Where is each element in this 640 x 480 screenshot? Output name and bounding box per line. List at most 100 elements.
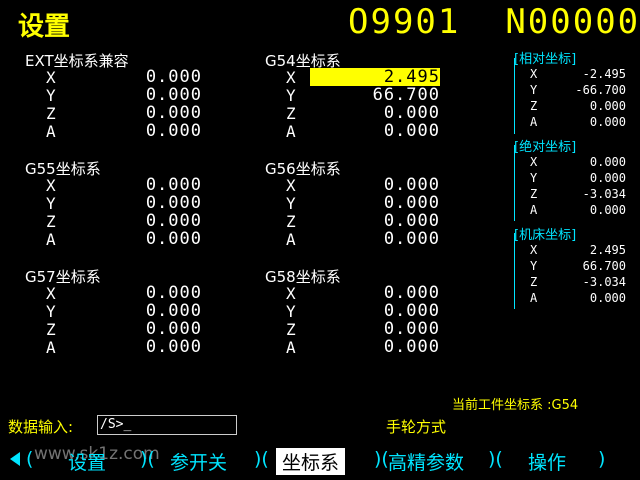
- axis-label: Y: [46, 194, 56, 213]
- axis-label: A: [286, 338, 296, 357]
- relative-z-value: 0.000: [589, 99, 626, 113]
- softkey-coordinate-system[interactable]: 坐标系: [276, 448, 346, 475]
- g57-x-value[interactable]: 0.000: [112, 283, 202, 303]
- axis-label: Z: [46, 104, 56, 123]
- g54-z-value[interactable]: 0.000: [350, 103, 440, 123]
- g55-x-value[interactable]: 0.000: [112, 175, 202, 195]
- relative-a-value: 0.000: [589, 115, 626, 129]
- machine-coord-title: [机床坐标]: [514, 228, 577, 243]
- softkey-bar: ( 设置 )( 参开关 )( 坐标系 )( 高精参数 )( 操作 ): [0, 446, 640, 476]
- g57-y-value[interactable]: 0.000: [112, 301, 202, 321]
- axis-label: Y: [46, 86, 56, 105]
- axis-label: X: [530, 243, 538, 257]
- softkey-bracket: (: [26, 448, 34, 470]
- sequence-number: N00000: [505, 2, 640, 42]
- axis-label: Z: [46, 212, 56, 231]
- axis-label: A: [286, 230, 296, 249]
- axis-label: A: [530, 203, 538, 217]
- panel-bracket: [514, 58, 515, 134]
- axis-label: Y: [530, 259, 538, 273]
- group-title-g56: G56坐标系: [265, 160, 341, 178]
- program-number: O9901 N00000: [348, 2, 640, 42]
- axis-label: Y: [286, 302, 296, 321]
- axis-label: Z: [530, 99, 538, 113]
- axis-label: X: [46, 176, 56, 195]
- softkey-operation[interactable]: 操作: [528, 448, 566, 475]
- g57-a-value[interactable]: 0.000: [112, 337, 202, 357]
- softkey-setting[interactable]: 设置: [68, 448, 106, 475]
- group-title-g57: G57坐标系: [25, 268, 101, 286]
- axis-label: X: [46, 68, 56, 87]
- absolute-a-value: 0.000: [589, 203, 626, 217]
- axis-label: Y: [530, 171, 538, 185]
- axis-label: X: [286, 284, 296, 303]
- g56-z-value[interactable]: 0.000: [350, 211, 440, 231]
- softkey-bracket: )(: [254, 448, 269, 470]
- g55-y-value[interactable]: 0.000: [112, 193, 202, 213]
- data-input-field[interactable]: /S>_: [97, 415, 237, 435]
- g57-z-value[interactable]: 0.000: [112, 319, 202, 339]
- axis-label: X: [530, 155, 538, 169]
- machine-y-value: 66.700: [582, 259, 626, 273]
- g54-y-value[interactable]: 66.700: [350, 85, 440, 105]
- axis-label: Z: [46, 320, 56, 339]
- axis-label: Z: [286, 320, 296, 339]
- absolute-z-value: -3.034: [582, 187, 626, 201]
- axis-label: A: [530, 291, 538, 305]
- axis-label: A: [530, 115, 538, 129]
- softkey-bracket: )(: [374, 448, 389, 470]
- absolute-y-value: 0.000: [589, 171, 626, 185]
- relative-coord-title: [相对坐标]: [514, 52, 577, 67]
- program-id: O9901: [348, 2, 461, 42]
- panel-bracket: [514, 145, 515, 221]
- machine-z-value: -3.034: [582, 275, 626, 289]
- machine-a-value: 0.000: [589, 291, 626, 305]
- ext-a-value[interactable]: 0.000: [112, 121, 202, 141]
- axis-label: A: [46, 338, 56, 357]
- axis-label: A: [46, 122, 56, 141]
- axis-label: X: [286, 68, 296, 87]
- absolute-x-value: 0.000: [589, 155, 626, 169]
- axis-label: A: [46, 230, 56, 249]
- softkey-high-precision-params[interactable]: 高精参数: [388, 448, 464, 475]
- softkey-param-switch[interactable]: 参开关: [170, 448, 227, 475]
- g54-x-value-selected[interactable]: 2.495: [310, 68, 440, 86]
- axis-label: A: [286, 122, 296, 141]
- relative-x-value: -2.495: [582, 67, 626, 81]
- axis-label: X: [530, 67, 538, 81]
- current-wcs-status: 当前工件坐标系 :G54: [452, 398, 579, 413]
- g58-y-value[interactable]: 0.000: [350, 301, 440, 321]
- g56-y-value[interactable]: 0.000: [350, 193, 440, 213]
- softkey-bracket: ): [598, 448, 606, 470]
- axis-label: Z: [530, 187, 538, 201]
- softkey-bracket: )(: [140, 448, 155, 470]
- axis-label: Z: [286, 212, 296, 231]
- relative-y-value: -66.700: [575, 83, 626, 97]
- axis-label: Z: [530, 275, 538, 289]
- axis-label: X: [46, 284, 56, 303]
- g55-a-value[interactable]: 0.000: [112, 229, 202, 249]
- absolute-coord-title: [绝对坐标]: [514, 140, 577, 155]
- g56-x-value[interactable]: 0.000: [350, 175, 440, 195]
- axis-label: Y: [286, 86, 296, 105]
- page-title: 设置: [18, 12, 71, 42]
- ext-x-value[interactable]: 0.000: [112, 67, 202, 87]
- g56-a-value[interactable]: 0.000: [350, 229, 440, 249]
- ext-y-value[interactable]: 0.000: [112, 85, 202, 105]
- g58-z-value[interactable]: 0.000: [350, 319, 440, 339]
- data-input-label: 数据输入:: [8, 418, 74, 436]
- machine-x-value: 2.495: [589, 243, 626, 257]
- g58-x-value[interactable]: 0.000: [350, 283, 440, 303]
- operation-mode: 手轮方式: [386, 418, 447, 436]
- g55-z-value[interactable]: 0.000: [112, 211, 202, 231]
- axis-label: Y: [286, 194, 296, 213]
- group-title-g55: G55坐标系: [25, 160, 101, 178]
- ext-z-value[interactable]: 0.000: [112, 103, 202, 123]
- g58-a-value[interactable]: 0.000: [350, 337, 440, 357]
- g54-a-value[interactable]: 0.000: [350, 121, 440, 141]
- axis-label: Z: [286, 104, 296, 123]
- group-title-g58: G58坐标系: [265, 268, 341, 286]
- panel-bracket: [514, 233, 515, 309]
- axis-label: Y: [46, 302, 56, 321]
- softkey-bracket: )(: [488, 448, 503, 470]
